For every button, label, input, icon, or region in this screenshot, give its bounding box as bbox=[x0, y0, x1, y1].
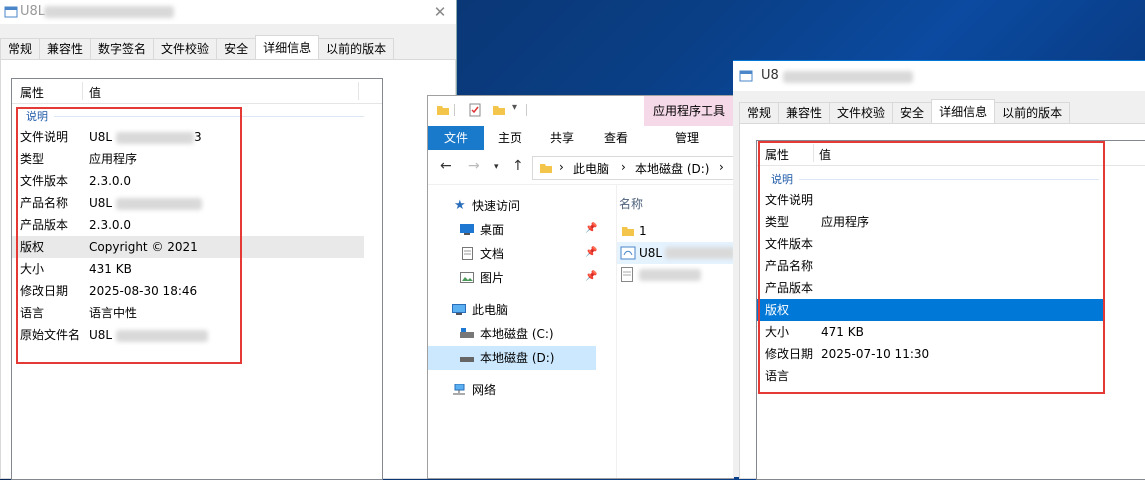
breadcrumb-drive-d[interactable]: 本地磁盘 (D:) bbox=[635, 160, 709, 177]
nav-label: 快速访问 bbox=[472, 199, 521, 213]
tab-details[interactable]: 详细信息 bbox=[255, 35, 320, 60]
redacted-title bbox=[44, 6, 174, 18]
redacted-filename bbox=[665, 247, 735, 259]
app-icon bbox=[620, 246, 636, 260]
left-window-title: U8L bbox=[20, 4, 46, 19]
tab-file-checksum[interactable]: 文件校验 bbox=[153, 38, 218, 60]
header-value[interactable]: 值 bbox=[89, 84, 101, 101]
redacted-filename bbox=[639, 269, 701, 281]
properties-icon[interactable] bbox=[468, 103, 482, 117]
pin-icon[interactable]: 📌 bbox=[585, 272, 597, 282]
network-icon bbox=[453, 384, 465, 395]
ribbon-tab-view[interactable]: 查看 bbox=[594, 126, 638, 150]
file-item-file[interactable] bbox=[617, 264, 735, 286]
navigation-pane: ★ 快速访问 桌面 📌 文档 📌 图片 📌 此电脑 本地磁盘 (C:) 本地磁盘… bbox=[428, 184, 598, 478]
redacted-title bbox=[783, 71, 913, 83]
recent-dropdown-icon[interactable]: ▾ bbox=[494, 162, 499, 172]
nav-label: 此电脑 bbox=[472, 303, 509, 317]
file-explorer-window: ▾ 应用程序工具 文件 主页 共享 查看 管理 ← → ▾ ↑ › 此电脑 › … bbox=[427, 95, 735, 479]
tab-details[interactable]: 详细信息 bbox=[931, 99, 996, 124]
nav-network[interactable]: 网络 bbox=[428, 378, 596, 402]
ribbon-tab-share[interactable]: 共享 bbox=[540, 126, 584, 150]
tab-compatibility[interactable]: 兼容性 bbox=[778, 102, 831, 124]
new-folder-icon[interactable] bbox=[492, 103, 506, 117]
back-arrow-icon[interactable]: ← bbox=[440, 158, 452, 174]
tab-previous-versions[interactable]: 以前的版本 bbox=[994, 102, 1071, 124]
breadcrumb-separator[interactable]: › bbox=[621, 160, 626, 174]
nav-label: 本地磁盘 (C:) bbox=[480, 327, 554, 341]
list-header: 属性 值 bbox=[12, 79, 382, 104]
folder-icon bbox=[540, 164, 552, 173]
breadcrumb-this-pc[interactable]: 此电脑 bbox=[573, 160, 609, 177]
nav-label: 网络 bbox=[472, 383, 497, 397]
folder-icon bbox=[622, 227, 634, 236]
context-tab-app-tools[interactable]: 应用程序工具 bbox=[644, 96, 734, 126]
nav-documents[interactable]: 文档 📌 bbox=[428, 242, 597, 266]
picture-icon bbox=[460, 272, 474, 283]
header-separator[interactable] bbox=[358, 82, 359, 100]
breadcrumb-separator[interactable]: › bbox=[719, 160, 724, 174]
tab-general[interactable]: 常规 bbox=[739, 102, 780, 124]
ribbon-tab-manage[interactable]: 管理 bbox=[664, 126, 710, 150]
left-title-bar[interactable]: U8L ✕ bbox=[0, 0, 456, 24]
left-tab-strip: 常规 兼容性 数字签名 文件校验 安全 详细信息 以前的版本 bbox=[0, 35, 395, 60]
document-icon bbox=[462, 247, 473, 260]
tab-security[interactable]: 安全 bbox=[216, 38, 257, 60]
breadcrumb-separator[interactable]: › bbox=[559, 160, 564, 174]
app-icon bbox=[739, 70, 753, 82]
nav-desktop[interactable]: 桌面 📌 bbox=[428, 218, 597, 242]
tab-previous-versions[interactable]: 以前的版本 bbox=[318, 38, 395, 60]
nav-quick-access[interactable]: ★ 快速访问 bbox=[428, 194, 596, 218]
nav-label: 桌面 bbox=[480, 223, 505, 237]
right-window-title: U8 bbox=[761, 68, 779, 83]
toolbar-separator bbox=[526, 104, 527, 116]
app-icon bbox=[4, 6, 18, 18]
pin-icon[interactable]: 📌 bbox=[585, 224, 597, 234]
pin-icon[interactable]: 📌 bbox=[585, 248, 597, 258]
nav-pictures[interactable]: 图片 📌 bbox=[428, 266, 597, 290]
file-item-folder-1[interactable]: 1 bbox=[617, 220, 735, 242]
highlight-box bbox=[16, 107, 242, 364]
nav-drive-d[interactable]: 本地磁盘 (D:) bbox=[428, 346, 596, 370]
file-icon bbox=[621, 267, 633, 282]
computer-icon bbox=[452, 304, 466, 315]
drive-icon bbox=[460, 357, 474, 362]
header-property[interactable]: 属性 bbox=[20, 84, 44, 101]
tab-general[interactable]: 常规 bbox=[0, 38, 41, 60]
right-tab-strip: 常规 兼容性 文件校验 安全 详细信息 以前的版本 bbox=[739, 99, 1071, 124]
tab-security[interactable]: 安全 bbox=[892, 102, 933, 124]
tab-digital-signatures[interactable]: 数字签名 bbox=[90, 38, 155, 60]
nav-drive-c[interactable]: 本地磁盘 (C:) bbox=[428, 322, 596, 346]
nav-label: 文档 bbox=[480, 247, 505, 261]
file-name: U8L bbox=[639, 246, 663, 260]
file-list-pane: 名称 1 U8L bbox=[616, 184, 735, 478]
forward-arrow-icon[interactable]: → bbox=[468, 158, 480, 174]
customize-toolbar-icon[interactable]: ▾ bbox=[512, 102, 517, 113]
close-icon: ✕ bbox=[433, 3, 447, 21]
file-item-app[interactable]: U8L bbox=[617, 242, 735, 264]
tab-compatibility[interactable]: 兼容性 bbox=[39, 38, 92, 60]
right-title-bar[interactable]: U8 bbox=[733, 60, 1145, 91]
up-arrow-icon[interactable]: ↑ bbox=[512, 158, 524, 174]
ribbon-tab-file[interactable]: 文件 bbox=[428, 126, 484, 150]
quick-access-toolbar: ▾ 应用程序工具 bbox=[428, 96, 734, 126]
address-box[interactable]: › 此电脑 › 本地磁盘 (D:) › bbox=[532, 156, 735, 180]
star-icon: ★ bbox=[454, 198, 466, 213]
nav-label: 图片 bbox=[480, 271, 505, 285]
ribbon-tab-home[interactable]: 主页 bbox=[488, 126, 532, 150]
nav-label: 本地磁盘 (D:) bbox=[480, 351, 555, 365]
folder-icon[interactable] bbox=[436, 103, 450, 117]
ribbon-tabs: 文件 主页 共享 查看 管理 bbox=[428, 126, 734, 151]
toolbar-separator bbox=[454, 104, 455, 116]
desktop-icon bbox=[460, 224, 474, 235]
close-button[interactable]: ✕ bbox=[425, 2, 455, 22]
tab-file-checksum[interactable]: 文件校验 bbox=[829, 102, 894, 124]
highlight-box bbox=[758, 141, 1105, 394]
nav-this-pc[interactable]: 此电脑 bbox=[428, 298, 596, 322]
drive-icon bbox=[460, 328, 474, 338]
address-bar-row: ← → ▾ ↑ › 此电脑 › 本地磁盘 (D:) › bbox=[428, 150, 735, 185]
column-header-name[interactable]: 名称 bbox=[619, 195, 643, 212]
header-separator[interactable] bbox=[82, 82, 83, 100]
file-name: 1 bbox=[639, 224, 647, 238]
